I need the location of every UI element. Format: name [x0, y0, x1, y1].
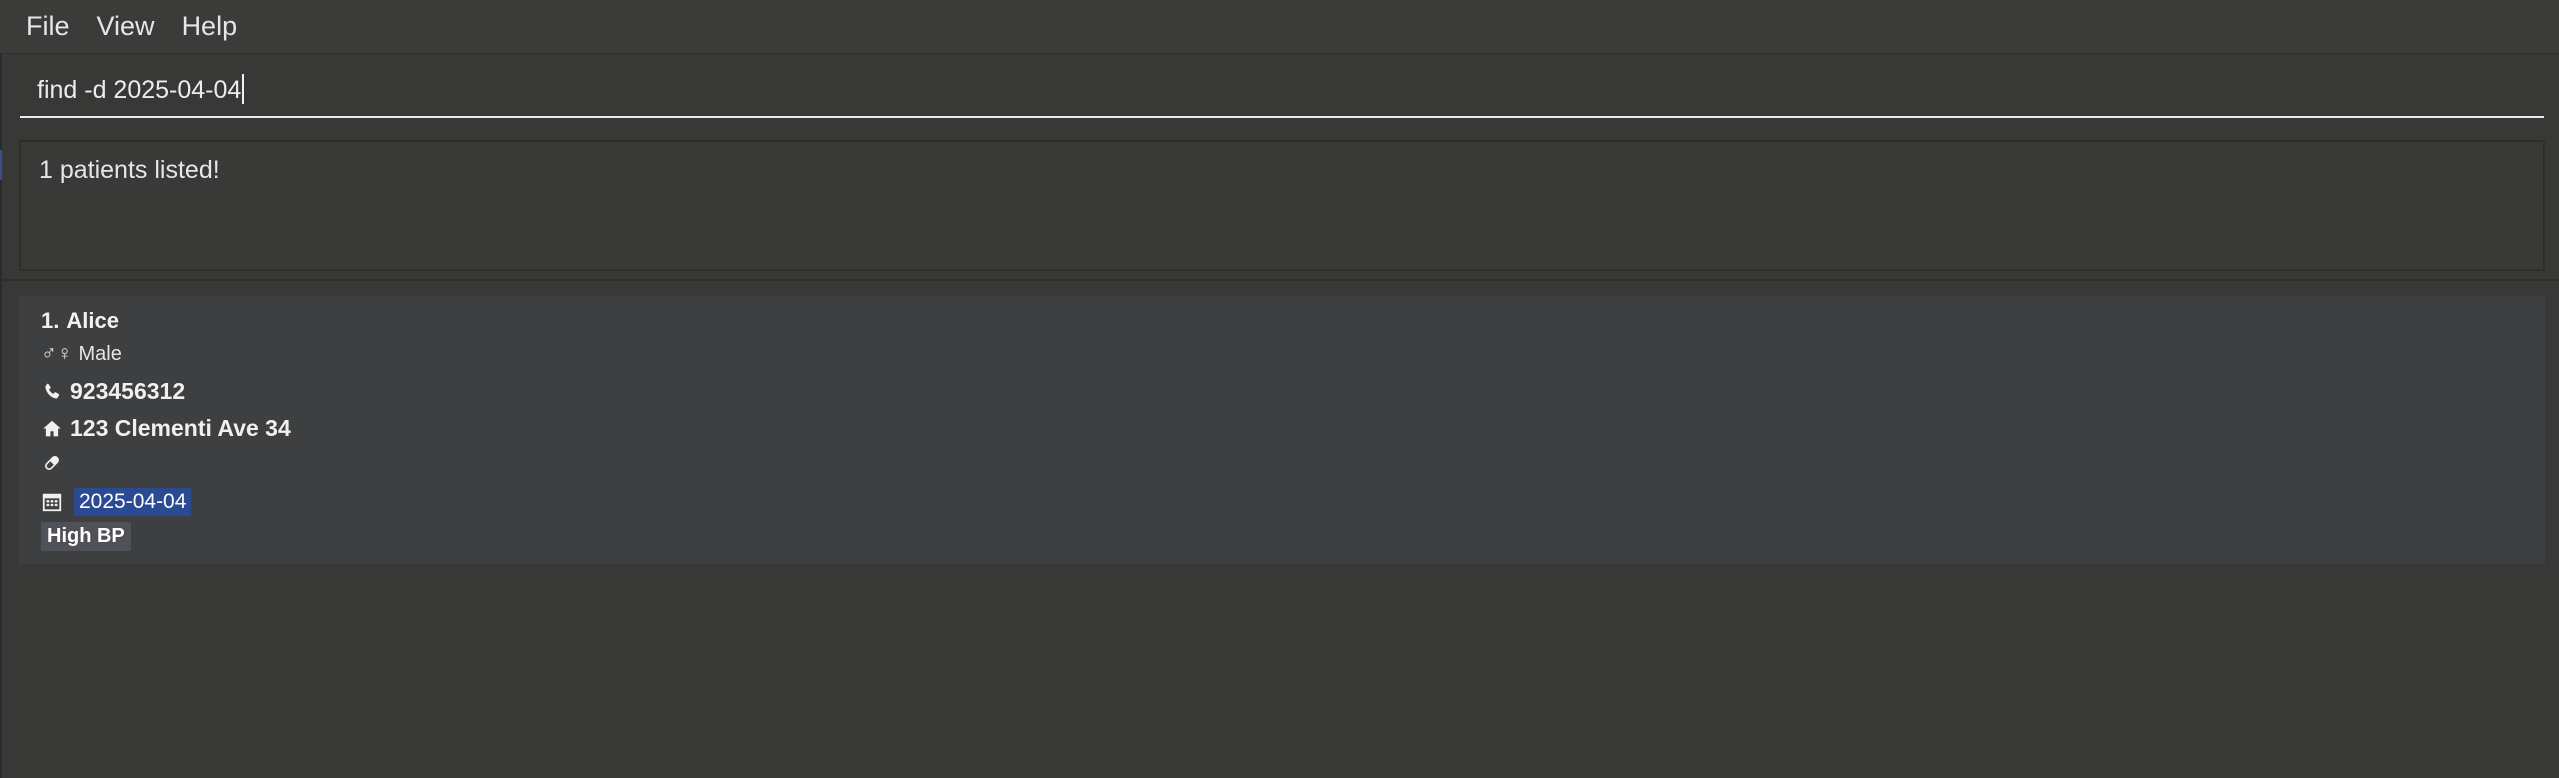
home-icon: [41, 418, 63, 440]
window-edge-marker: [0, 150, 2, 180]
tag-badge: High BP: [41, 522, 131, 551]
command-box[interactable]: find -d 2025-04-04: [20, 64, 2544, 118]
app-window: File View Help find -d 2025-04-04 1 pati…: [0, 0, 2559, 778]
window-left-edge: [0, 0, 2, 778]
patient-phone-row: 923456312: [41, 378, 185, 405]
patient-list: 1. Alice ♂♀ Male 923456312 123 Clementi …: [19, 296, 2545, 564]
menu-view[interactable]: View: [97, 7, 155, 46]
command-input-text: find -d 2025-04-04: [37, 76, 242, 104]
patient-gender: Male: [78, 342, 122, 365]
calendar-icon: [41, 491, 63, 513]
command-input[interactable]: find -d 2025-04-04: [37, 74, 245, 105]
patient-name: Alice: [66, 308, 119, 333]
patient-card[interactable]: 1. Alice ♂♀ Male 923456312 123 Clementi …: [19, 296, 2545, 564]
menu-bar: File View Help: [0, 0, 2559, 54]
panel-divider[interactable]: [0, 279, 2559, 281]
patient-address-row: 123 Clementi Ave 34: [41, 415, 291, 442]
menu-file[interactable]: File: [26, 7, 70, 46]
result-display: 1 patients listed!: [19, 140, 2545, 271]
patient-medicine-row: [41, 452, 70, 474]
text-caret: [242, 74, 245, 104]
patient-tags: High BP: [41, 522, 131, 551]
gender-icon: ♂♀: [41, 342, 73, 365]
pill-icon: [41, 452, 63, 474]
phone-icon: [41, 381, 63, 403]
patient-header: 1. Alice: [41, 308, 119, 334]
patient-gender-row: ♂♀ Male: [41, 342, 122, 366]
menu-help[interactable]: Help: [182, 7, 238, 46]
patient-index: 1.: [41, 308, 60, 333]
patient-appointment-row: 2025-04-04: [41, 488, 192, 516]
patient-address: 123 Clementi Ave 34: [70, 415, 291, 441]
patient-phone: 923456312: [70, 378, 186, 404]
appointment-date: 2025-04-04: [74, 488, 192, 516]
result-message: 1 patients listed!: [39, 156, 220, 184]
